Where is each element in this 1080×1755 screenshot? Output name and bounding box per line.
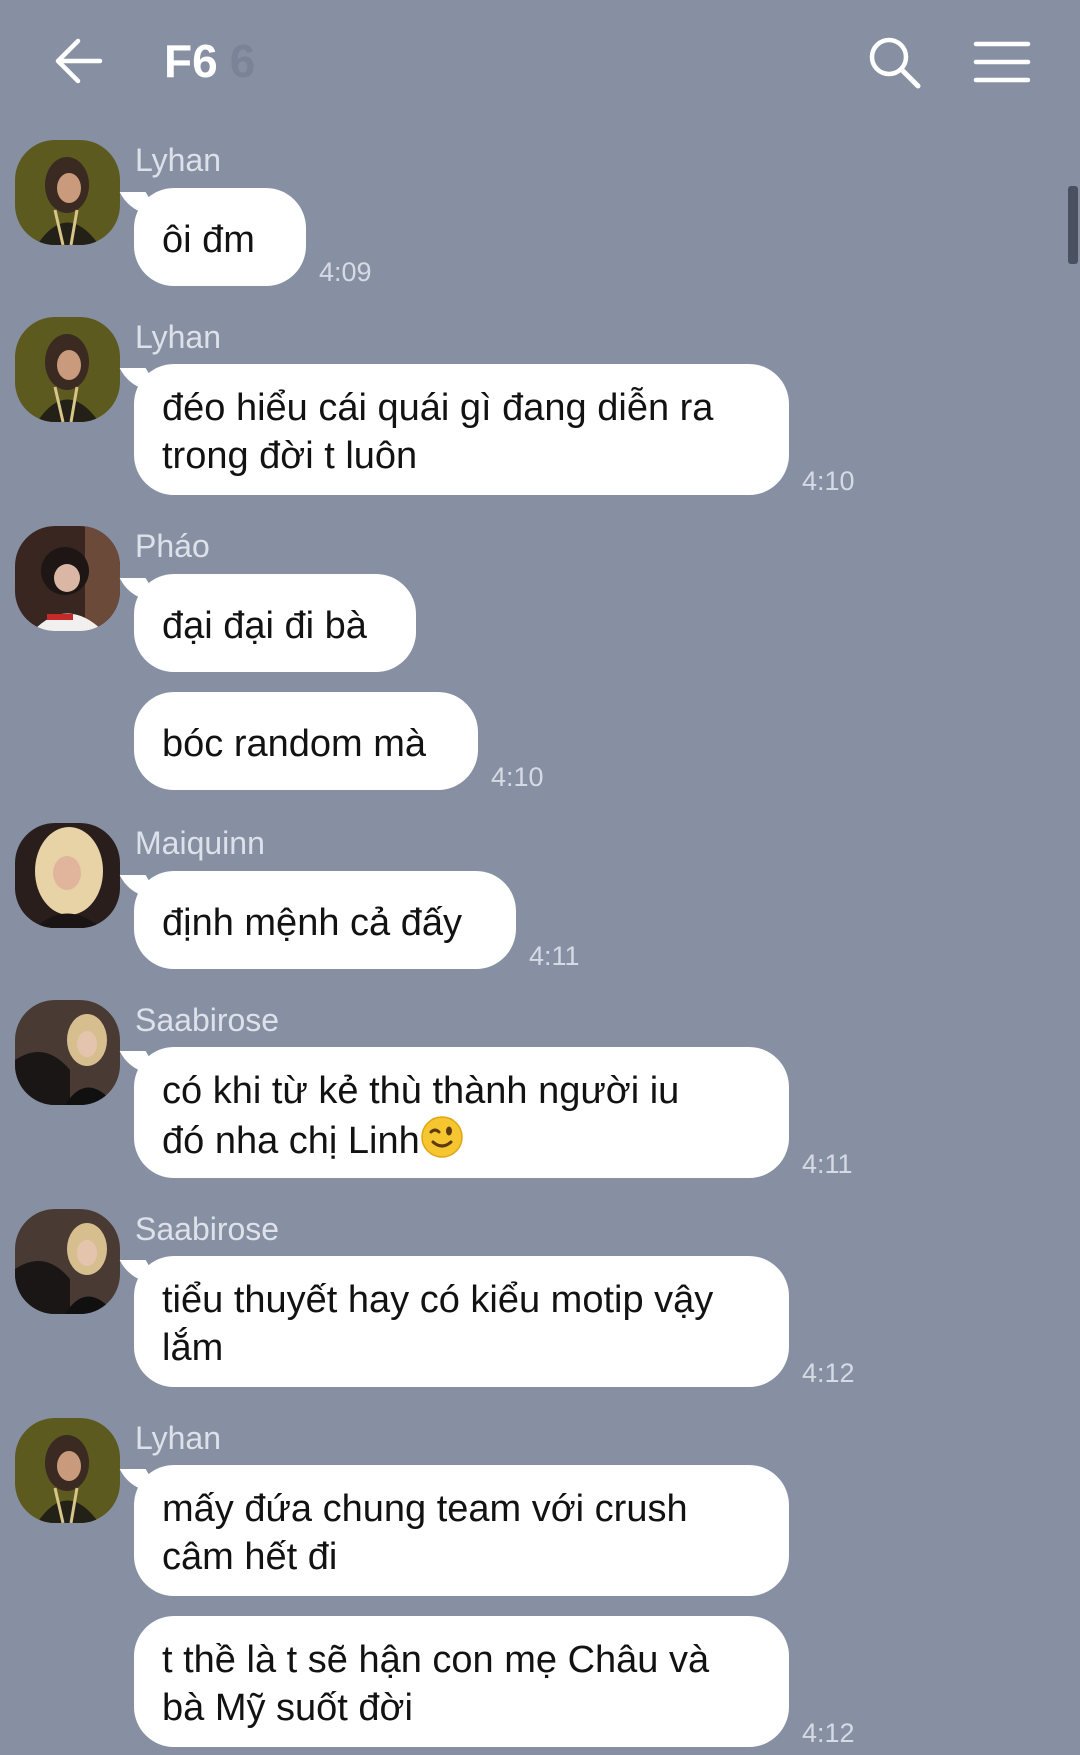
message-text-line: đéo hiểu cái quái gì đang diễn ra xyxy=(162,387,714,429)
winking-face-icon xyxy=(421,1116,463,1158)
message-bubble[interactable]: t thề là t sẽ hận con mẹ Châu và bà Mỹ s… xyxy=(134,1616,789,1747)
message-text-line: có khi từ kẻ thù thành người iu xyxy=(162,1070,680,1112)
sender-name: Saabirose xyxy=(135,1002,280,1038)
sender-name: Pháo xyxy=(135,528,210,564)
sender-name: Maiquinn xyxy=(135,825,265,861)
message-text: đại đại đi bà xyxy=(162,605,367,647)
message-text-line: mấy đứa chung team với crush xyxy=(162,1488,688,1530)
message-text-line: trong đời t luôn xyxy=(162,435,418,477)
sender-name: Lyhan xyxy=(135,1420,221,1456)
chat-header: F6 6 xyxy=(0,0,1080,125)
avatar[interactable] xyxy=(15,1000,120,1105)
message-time: 4:11 xyxy=(529,941,580,971)
scrollbar[interactable] xyxy=(1068,186,1078,264)
message-bubble[interactable]: có khi từ kẻ thù thành người iu đó nha c… xyxy=(134,1047,789,1178)
message-text-line: đó nha chị Linh xyxy=(162,1115,761,1165)
avatar[interactable] xyxy=(15,317,120,422)
avatar[interactable] xyxy=(15,526,120,631)
sender-name: Saabirose xyxy=(135,1211,280,1247)
avatar[interactable] xyxy=(15,1418,120,1523)
message-time: 4:12 xyxy=(802,1358,855,1388)
back-button[interactable] xyxy=(52,33,108,89)
message-bubble[interactable]: đéo hiểu cái quái gì đang diễn ra trong … xyxy=(134,364,789,495)
message-bubble[interactable]: mấy đứa chung team với crush câm hết đi xyxy=(134,1465,789,1596)
message-text: ôi đm xyxy=(162,219,255,261)
message-text: đó nha chị Linh xyxy=(162,1120,420,1162)
message-text: định mệnh cả đấy xyxy=(162,902,462,944)
message-text-line: bà Mỹ suốt đời xyxy=(162,1687,413,1729)
avatar[interactable] xyxy=(15,823,120,928)
avatar[interactable] xyxy=(15,140,120,245)
message-time: 4:10 xyxy=(491,762,544,792)
message-text-line: câm hết đi xyxy=(162,1536,338,1578)
sender-name: Lyhan xyxy=(135,142,221,178)
message-text: bóc random mà xyxy=(162,723,427,765)
chat-title: F6 6 xyxy=(164,34,255,88)
search-icon xyxy=(869,37,921,89)
message-bubble[interactable]: bóc random mà xyxy=(134,692,478,790)
message-text-line: tiểu thuyết hay có kiểu motip vậy xyxy=(162,1279,714,1321)
message-time: 4:10 xyxy=(802,466,855,496)
hamburger-menu-icon xyxy=(973,41,1031,83)
member-count: 6 xyxy=(229,35,256,87)
message-bubble[interactable]: định mệnh cả đấy xyxy=(134,871,516,969)
message-bubble[interactable]: tiểu thuyết hay có kiểu motip vậy lắm xyxy=(134,1256,789,1387)
search-button[interactable] xyxy=(866,34,922,90)
message-time: 4:09 xyxy=(319,257,372,287)
avatar[interactable] xyxy=(15,1209,120,1314)
message-bubble[interactable]: đại đại đi bà xyxy=(134,574,416,672)
message-text-line: lắm xyxy=(162,1327,224,1369)
arrow-left-icon xyxy=(55,38,103,84)
message-time: 4:12 xyxy=(802,1718,855,1748)
group-name: F6 xyxy=(164,35,218,87)
sender-name: Lyhan xyxy=(135,319,221,355)
message-bubble[interactable]: ôi đm xyxy=(134,188,306,286)
menu-button[interactable] xyxy=(972,36,1032,88)
message-time: 4:11 xyxy=(802,1149,853,1179)
message-text-line: t thề là t sẽ hận con mẹ Châu và xyxy=(162,1639,710,1681)
